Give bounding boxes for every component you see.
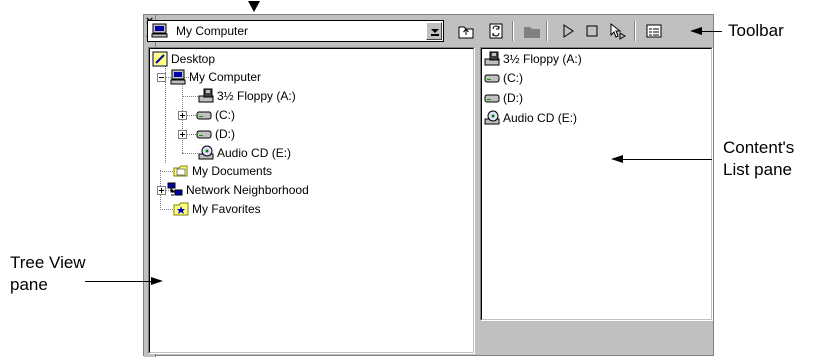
content-list-callout-arrowhead xyxy=(611,155,623,163)
toolbar-callout-label: Toolbar xyxy=(728,21,784,40)
tree-item-my-computer[interactable]: My Computer xyxy=(170,69,261,85)
pointer-icon[interactable] xyxy=(606,20,628,42)
network-icon xyxy=(167,182,183,198)
content-list-callout-label-line1: Content's xyxy=(723,138,795,157)
tree-item-my-documents[interactable]: My Documents xyxy=(173,163,272,179)
up-folder-icon[interactable] xyxy=(455,20,477,42)
properties-icon[interactable] xyxy=(643,20,665,42)
expand-toggle[interactable] xyxy=(178,130,187,139)
list-item-d-drive[interactable]: (D:) xyxy=(484,90,523,106)
refresh-icon[interactable] xyxy=(485,20,507,42)
play-icon[interactable] xyxy=(557,20,579,42)
tree-item-floppy[interactable]: 3½ Floppy (A:) xyxy=(198,88,296,104)
tree-view-callout-label-line2: pane xyxy=(10,275,48,294)
cd-drive-icon xyxy=(198,145,214,161)
tree-item-desktop[interactable]: Desktop xyxy=(152,51,215,67)
cd-drive-icon xyxy=(484,110,500,126)
tree-item-d-drive[interactable]: (D:) xyxy=(196,126,235,142)
address-bar-pointer-arrow xyxy=(248,0,260,12)
folder-icon xyxy=(173,163,189,179)
hard-drive-icon xyxy=(196,126,212,142)
floppy-drive-icon xyxy=(198,88,214,104)
desktop-icon xyxy=(152,51,168,67)
my-computer-icon xyxy=(170,69,186,85)
my-computer-icon xyxy=(151,23,168,38)
hard-drive-icon xyxy=(196,107,212,123)
content-list-callout-label-line2: List pane xyxy=(723,160,792,179)
toolbar-callout-arrowhead xyxy=(690,27,702,35)
address-combo[interactable]: My Computer xyxy=(147,20,444,42)
tree-item-c-drive[interactable]: (C:) xyxy=(196,107,235,123)
stop-icon[interactable] xyxy=(581,20,603,42)
hard-drive-icon xyxy=(484,70,500,86)
tree-view-callout-label-line1: Tree View xyxy=(10,253,86,272)
toolbar-callout-line xyxy=(700,31,722,32)
tree-item-my-favorites[interactable]: My Favorites xyxy=(173,201,261,217)
hard-drive-icon xyxy=(484,90,500,106)
favorites-folder-icon xyxy=(173,201,189,217)
toolbar-separator xyxy=(512,21,514,41)
toolbar-separator xyxy=(546,21,548,41)
expand-toggle[interactable] xyxy=(178,111,187,120)
tree-line xyxy=(182,153,198,154)
address-dropdown-button[interactable] xyxy=(426,22,442,40)
tree-item-audio-cd[interactable]: Audio CD (E:) xyxy=(198,145,291,161)
content-list-callout-line xyxy=(622,159,712,160)
list-item-audio-cd[interactable]: Audio CD (E:) xyxy=(484,110,577,126)
folder-icon[interactable] xyxy=(521,20,543,42)
list-item-c-drive[interactable]: (C:) xyxy=(484,70,523,86)
floppy-drive-icon xyxy=(484,51,500,67)
list-item-floppy[interactable]: 3½ Floppy (A:) xyxy=(484,51,582,67)
collapse-toggle[interactable] xyxy=(157,73,166,82)
tree-item-network-neighborhood[interactable]: Network Neighborhood xyxy=(167,182,309,198)
toolbar-separator xyxy=(634,21,636,41)
expand-toggle[interactable] xyxy=(157,186,166,195)
content-list-pane[interactable] xyxy=(480,47,713,321)
tree-line xyxy=(182,96,198,97)
tree-view-callout-arrowhead xyxy=(151,277,163,285)
address-value: My Computer xyxy=(176,24,249,38)
tree-view-callout-line xyxy=(85,281,151,282)
